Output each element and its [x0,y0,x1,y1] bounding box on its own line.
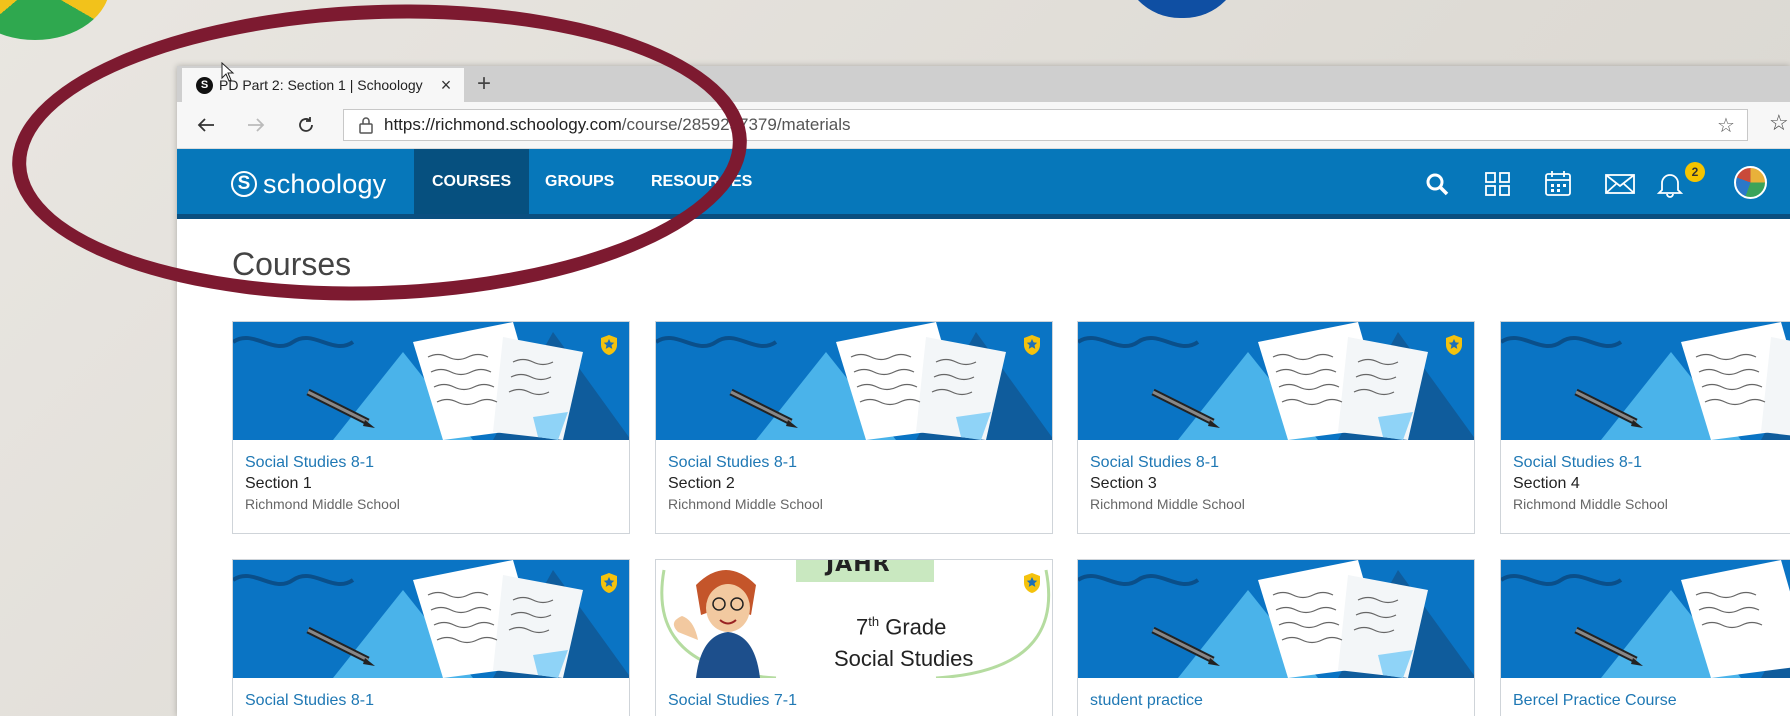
mouse-cursor-icon [221,62,235,82]
banner-subject-text: Social Studies [834,646,974,671]
schoology-logo[interactable]: S schoology [231,167,386,201]
verified-shield-icon [1446,335,1462,355]
url-path: /course/2859257379/materials [621,115,851,134]
course-school: Richmond Middle School [668,496,823,512]
course-image [1078,560,1474,678]
tab-strip: S PD Part 2: Section 1 | Schoology × + [177,66,1790,102]
verified-shield-icon [1024,335,1040,355]
books-banner-illustration [1501,322,1790,440]
banner-grade-text: 7th Grade [856,614,946,640]
refresh-button[interactable] [291,110,321,140]
course-card-text: Social Studies 8-1 Section 4 Richmond Mi… [1501,440,1790,524]
browser-window: S PD Part 2: Section 1 | Schoology × + h… [177,66,1790,716]
course-name-link[interactable]: Social Studies 8-1 [245,692,617,710]
banner-grade-word: Grade [885,614,947,640]
banner-grade-number: 7 [856,614,869,640]
verified-shield-icon [601,335,617,355]
back-arrow-icon [197,118,214,132]
course-name-link[interactable]: Social Studies 8-1 [668,454,1040,472]
course-name-link[interactable]: Social Studies 8-1 [245,454,617,472]
page-title: Courses [232,246,352,282]
verified-shield-icon [1024,573,1040,593]
books-banner-illustration [233,322,629,440]
books-banner-illustration [233,560,629,678]
notification-count-badge: 2 [1685,162,1705,182]
address-bar[interactable]: https://richmond.schoology.com/course/28… [343,109,1748,141]
course-image: JAHR 7th Grade Social Studies [656,560,1052,678]
course-school: Richmond Middle School [1090,496,1245,512]
forward-arrow-icon [248,118,265,132]
refresh-icon [299,117,313,132]
apps-grid-icon[interactable] [1483,170,1513,198]
course-card-text: Social Studies 8-1 [233,678,629,716]
course-card-text: Social Studies 8-1 Section 3 Richmond Mi… [1078,440,1474,524]
course-card[interactable]: Social Studies 8-1 Section 2 Richmond Mi… [655,321,1053,534]
tab-title: PD Part 2: Section 1 | Schoology [219,77,423,93]
messages-envelope-icon[interactable] [1605,170,1635,198]
search-icon[interactable] [1423,170,1453,198]
course-card[interactable]: Social Studies 8-1 Section 1 Richmond Mi… [232,321,630,534]
favorite-star-icon[interactable]: ☆ [1717,113,1737,138]
books-banner-illustration [1078,322,1474,440]
course-card-text: Social Studies 7-1 [656,678,1052,716]
course-image [1078,322,1474,440]
course-card-text: student practice [1078,678,1474,716]
course-card-text: Bercel Practice Course [1501,678,1790,716]
course-section: Section 2 [668,475,735,492]
course-image [656,322,1052,440]
course-card-text: Social Studies 8-1 Section 1 Richmond Mi… [233,440,629,524]
books-banner-illustration [1078,560,1474,678]
back-button[interactable] [191,110,221,140]
course-card[interactable]: JAHR 7th Grade Social Studies Social Stu… [655,559,1053,716]
course-card-text: Social Studies 8-1 Section 2 Richmond Mi… [656,440,1052,524]
nav-resources[interactable]: RESOURCES [633,149,770,214]
browser-toolbar: https://richmond.schoology.com/course/28… [177,102,1790,149]
course-card[interactable]: Social Studies 8-1 Section 3 Richmond Mi… [1077,321,1475,534]
course-school: Richmond Middle School [1513,496,1668,512]
schoology-favicon-icon: S [196,76,213,94]
schoology-logo-text: schoology [263,168,387,199]
forward-button[interactable] [241,110,271,140]
course-section: Section 1 [245,475,312,492]
verified-shield-icon [601,573,617,593]
course-card[interactable]: Social Studies 8-1 [232,559,630,716]
close-tab-icon[interactable]: × [436,75,456,96]
lock-icon [359,117,373,134]
user-avatar[interactable] [1734,166,1767,199]
course-card[interactable]: Bercel Practice Course [1500,559,1790,716]
course-image [1501,322,1790,440]
notifications-bell-icon[interactable] [1655,170,1685,198]
chrome-logo-decoration [0,0,110,40]
course-name-link[interactable]: Social Studies 8-1 [1090,454,1462,472]
books-banner-illustration [656,322,1052,440]
nav-groups[interactable]: GROUPS [527,149,632,214]
course-section: Section 3 [1090,475,1157,492]
course-name-link[interactable]: Bercel Practice Course [1513,692,1790,710]
nav-courses[interactable]: COURSES [414,149,530,214]
url-text: https://richmond.schoology.com/course/28… [384,115,1717,135]
schoology-header: S schoology COURSES GROUPS RESOURCES 2 [177,149,1790,219]
edge-logo-decoration [1122,0,1242,18]
url-host: https://richmond.schoology.com [384,115,622,134]
course-image [1501,560,1790,678]
favorites-list-icon[interactable]: ☆ [1769,110,1789,136]
course-school: Richmond Middle School [245,496,400,512]
course-image [233,322,629,440]
calendar-icon[interactable] [1543,170,1573,198]
course-name-link[interactable]: student practice [1090,692,1462,710]
course-name-link[interactable]: Social Studies 7-1 [668,692,1040,710]
course-section: Section 4 [1513,475,1580,492]
banner-grade-suffix: th [868,614,880,629]
course-card[interactable]: Social Studies 8-1 Section 4 Richmond Mi… [1500,321,1790,534]
books-banner-illustration [1501,560,1790,678]
course-image [233,560,629,678]
new-tab-button[interactable]: + [469,69,499,99]
course-name-link[interactable]: Social Studies 8-1 [1513,454,1790,472]
course-card[interactable]: student practice [1077,559,1475,716]
schoology-logo-icon: S [231,171,257,197]
banner-top-text: JAHR [826,560,891,577]
